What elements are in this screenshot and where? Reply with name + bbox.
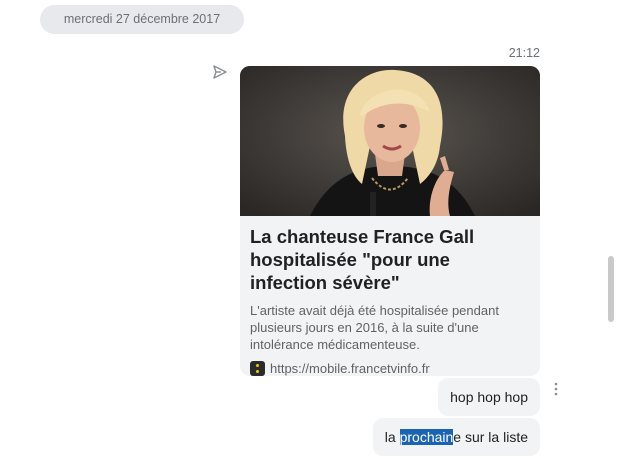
link-preview-description: L'artiste avait déjà été hospitalisée pe… bbox=[250, 303, 499, 352]
link-preview-card[interactable]: La chanteuse France Gall hospitalisée "p… bbox=[240, 66, 540, 376]
link-preview-url[interactable]: https://mobile.francetvinfo.fr bbox=[270, 361, 430, 376]
message-text-before: la bbox=[384, 429, 400, 445]
message-text: hop hop hop bbox=[450, 389, 528, 405]
message-bubble[interactable]: hop hop hop bbox=[438, 378, 540, 416]
link-preview-image bbox=[240, 66, 540, 216]
scrollbar-thumb[interactable] bbox=[608, 256, 614, 322]
selected-text[interactable]: prochain bbox=[399, 429, 454, 445]
singer-photo bbox=[240, 66, 540, 216]
francetvinfo-favicon-icon bbox=[250, 361, 265, 376]
conversation-view: mercredi 27 décembre 2017 21:12 La chant… bbox=[0, 0, 617, 468]
message-text-after: e sur la liste bbox=[453, 429, 528, 445]
message-timestamp: 21:12 bbox=[508, 46, 540, 60]
link-preview-source[interactable]: https://mobile.francetvinfo.fr bbox=[250, 361, 530, 376]
sent-arrow-icon bbox=[213, 65, 227, 79]
date-divider: mercredi 27 décembre 2017 bbox=[40, 5, 244, 34]
message-bubble[interactable]: la prochaine sur la liste bbox=[372, 418, 540, 456]
link-preview-title[interactable]: La chanteuse France Gall hospitalisée "p… bbox=[250, 225, 530, 294]
more-vertical-icon[interactable] bbox=[553, 382, 559, 396]
